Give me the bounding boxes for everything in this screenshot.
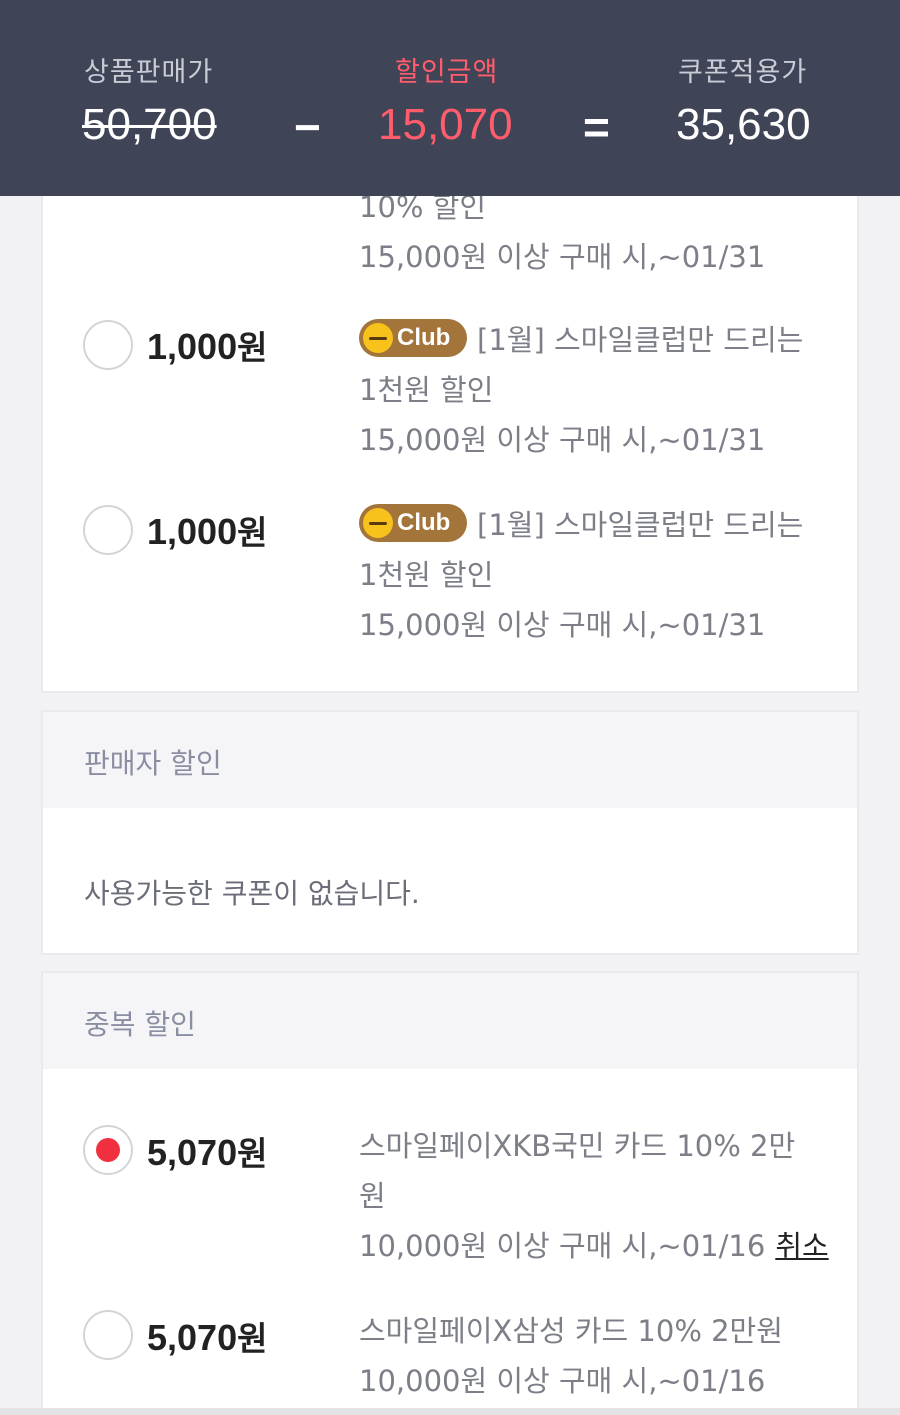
coupon-title-line2: 원	[359, 1179, 386, 1213]
equals-operator: =	[583, 101, 610, 153]
coupon-title: 스마일페이XKB국민 카드 10% 2만	[359, 1129, 796, 1163]
coupon-condition: 10,000원 이상 구매 시,~01/16	[359, 1364, 766, 1398]
coupon-condition: 10,000원 이상 구매 시,~01/16	[359, 1229, 766, 1263]
coupon-condition: 15,000원 이상 구매 시,~01/31	[359, 423, 766, 457]
coupon-description: Club [1월] 스마일클럽만 드리는 1천원 할인 15,000원 이상 구매…	[359, 315, 829, 465]
minus-operator: −	[294, 101, 321, 153]
smile-club-badge: Club	[359, 319, 467, 357]
coupon-list-card: 10% 할인 15,000원 이상 구매 시,~01/31 1,000원 Clu…	[41, 150, 859, 693]
coupon-radio[interactable]	[83, 1310, 133, 1360]
section-title: 중복 할인	[84, 1008, 196, 1041]
original-price-label: 상품판매가	[84, 57, 214, 88]
discount-amount-label: 할인금액	[395, 57, 499, 88]
coupon-condition: 15,000원 이상 구매 시,~01/31	[359, 240, 766, 274]
seller-discount-card: 판매자 할인 사용가능한 쿠폰이 없습니다.	[41, 710, 859, 955]
coupon-amount: 5,070원	[147, 1132, 268, 1173]
price-summary-header: 상품판매가 50,700 − 할인금액 15,070 = 쿠폰적용가 35,63…	[0, 0, 900, 196]
final-price-label: 쿠폰적용가	[678, 57, 808, 88]
coupon-amount: 1,000원	[147, 511, 268, 552]
coupon-radio[interactable]	[83, 320, 133, 370]
coupon-description: Club [1월] 스마일클럽만 드리는 1천원 할인 15,000원 이상 구매…	[359, 500, 829, 650]
smile-club-badge: Club	[359, 504, 467, 542]
coupon-title-line2: 1천원 할인	[359, 558, 494, 592]
section-header: 중복 할인	[43, 973, 857, 1069]
coupon-title: [1월] 스마일클럽만 드리는	[477, 323, 804, 357]
coupon-amount: 1,000원	[147, 326, 268, 367]
coupon-amount: 5,070원	[147, 1317, 268, 1358]
coupon-description: 10% 할인 15,000원 이상 구매 시,~01/31	[359, 182, 829, 282]
smile-face-icon	[363, 508, 393, 538]
smile-face-icon	[363, 323, 393, 353]
coupon-radio[interactable]	[83, 505, 133, 555]
final-price: 35,630	[676, 100, 811, 149]
discount-amount: 15,070	[378, 100, 513, 149]
original-price: 50,700	[82, 100, 217, 149]
coupon-description: 스마일페이XKB국민 카드 10% 2만 원 10,000원 이상 구매 시,~…	[359, 1121, 829, 1271]
duplicate-discount-card: 중복 할인 5,070원 스마일페이XKB국민 카드 10% 2만 원 10,0…	[41, 971, 859, 1415]
section-title: 판매자 할인	[84, 747, 222, 780]
section-header: 판매자 할인	[43, 712, 857, 808]
coupon-radio-selected[interactable]	[83, 1125, 133, 1175]
coupon-title: [1월] 스마일클럽만 드리는	[477, 508, 804, 542]
coupon-title: 스마일페이X삼성 카드 10% 2만원	[359, 1314, 783, 1348]
coupon-description: 스마일페이X삼성 카드 10% 2만원 10,000원 이상 구매 시,~01/…	[359, 1306, 829, 1406]
empty-coupon-message: 사용가능한 쿠폰이 없습니다.	[84, 877, 420, 910]
cancel-coupon-link[interactable]: 취소	[775, 1229, 828, 1263]
coupon-title-line2: 1천원 할인	[359, 373, 494, 407]
screen-bottom-edge	[0, 1408, 900, 1415]
coupon-condition: 15,000원 이상 구매 시,~01/31	[359, 608, 766, 642]
